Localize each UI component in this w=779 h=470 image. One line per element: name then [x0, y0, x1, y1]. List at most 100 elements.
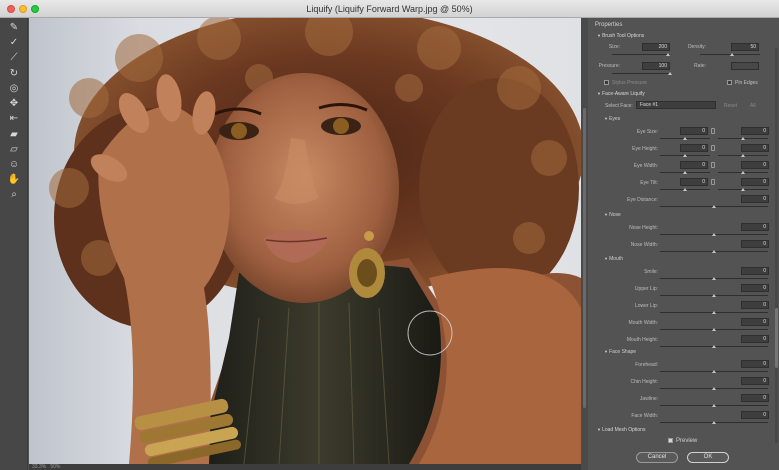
all-button[interactable]: All	[750, 103, 756, 109]
ok-button[interactable]: OK	[687, 452, 729, 463]
jawline-field[interactable]: 0	[741, 394, 769, 402]
pin-edges-label: Pin Edges	[735, 80, 758, 86]
window-title: Liquify (Liquify Forward Warp.jpg @ 50%)	[306, 4, 473, 14]
image-canvas[interactable]	[29, 18, 581, 464]
eye-size-left-field[interactable]: 0	[680, 127, 708, 135]
smooth-tool-icon[interactable]: ⟋	[6, 52, 22, 64]
eye-tilt-left-knob[interactable]	[683, 188, 687, 191]
hand-tool-icon[interactable]: ✋	[6, 174, 22, 186]
chin-height-knob[interactable]	[712, 387, 716, 390]
properties-scrollbar[interactable]	[775, 48, 778, 443]
chin-height-label: Chin Height:	[630, 379, 658, 385]
pucker-tool-icon[interactable]: ◎	[6, 83, 22, 95]
maximize-window-button[interactable]	[31, 5, 39, 13]
face-shape-header[interactable]: Face Shape	[604, 349, 636, 355]
eye-distance-label: Eye Distance:	[627, 197, 658, 203]
pressure-slider[interactable]	[612, 73, 670, 74]
eye-distance-field[interactable]: 0	[741, 195, 769, 203]
reconstruct-tool-icon[interactable]: ✓	[6, 37, 22, 49]
upper-lip-knob[interactable]	[712, 294, 716, 297]
density-field[interactable]: 50	[731, 43, 759, 51]
zoom-tool-icon[interactable]: ⌕	[6, 189, 22, 201]
nose-header[interactable]: Nose	[604, 212, 621, 218]
lower-lip-field[interactable]: 0	[741, 301, 769, 309]
eye-size-link-icon[interactable]	[711, 128, 715, 134]
forehead-knob[interactable]	[712, 370, 716, 373]
eye-height-left-knob[interactable]	[683, 154, 687, 157]
face-width-field[interactable]: 0	[741, 411, 769, 419]
cancel-button[interactable]: Cancel	[636, 452, 678, 463]
select-face-label: Select Face:	[605, 103, 633, 109]
select-face-dropdown[interactable]: Face #1	[636, 101, 716, 109]
smile-field[interactable]: 0	[741, 267, 769, 275]
lower-lip-label: Lower Lip:	[634, 303, 658, 309]
smile-knob[interactable]	[712, 277, 716, 280]
thaw-mask-tool-icon[interactable]: ▱	[6, 144, 22, 156]
eye-width-link-icon[interactable]	[711, 162, 715, 168]
face-tool-icon[interactable]: ☺	[6, 159, 22, 171]
jawline-knob[interactable]	[712, 404, 716, 407]
preview-label: Preview	[676, 438, 698, 444]
nose-height-knob[interactable]	[712, 233, 716, 236]
nose-height-field[interactable]: 0	[741, 223, 769, 231]
rate-label: Rate:	[694, 63, 706, 69]
mouth-width-knob[interactable]	[712, 328, 716, 331]
mouth-height-field[interactable]: 0	[741, 335, 769, 343]
eye-width-right-field[interactable]: 0	[741, 161, 769, 169]
upper-lip-field[interactable]: 0	[741, 284, 769, 292]
eye-width-left-field[interactable]: 0	[680, 161, 708, 169]
pin-edges-checkbox[interactable]	[727, 80, 732, 85]
eye-width-label: Eye Width:	[633, 163, 658, 169]
eye-tilt-link-icon[interactable]	[711, 179, 715, 185]
eye-tilt-right-knob[interactable]	[741, 188, 745, 191]
eyes-header[interactable]: Eyes	[604, 116, 620, 122]
eye-height-right-knob[interactable]	[741, 154, 745, 157]
density-slider-knob[interactable]	[730, 53, 734, 56]
mouth-height-knob[interactable]	[712, 345, 716, 348]
eye-height-right-field[interactable]: 0	[741, 144, 769, 152]
properties-title: Properties	[595, 22, 623, 28]
twirl-clockwise-tool-icon[interactable]: ↻	[6, 68, 22, 80]
push-left-tool-icon[interactable]: ⇤	[6, 113, 22, 125]
smile-label: Smile:	[644, 269, 658, 275]
face-aware-liquify-header[interactable]: Face-Aware Liquify	[597, 91, 645, 97]
size-slider-knob[interactable]	[666, 53, 670, 56]
forehead-field[interactable]: 0	[741, 360, 769, 368]
minimize-window-button[interactable]	[19, 5, 27, 13]
eye-width-right-knob[interactable]	[741, 171, 745, 174]
freeze-mask-tool-icon[interactable]: ▰	[6, 129, 22, 141]
eye-tilt-label: Eye Tilt:	[640, 180, 658, 186]
chin-height-field[interactable]: 0	[741, 377, 769, 385]
eye-height-link-icon[interactable]	[711, 145, 715, 151]
mouth-height-label: Mouth Height:	[626, 337, 658, 343]
canvas-scrollbar[interactable]	[581, 18, 588, 470]
mouth-width-label: Mouth Width:	[628, 320, 658, 326]
eye-tilt-right-field[interactable]: 0	[741, 178, 769, 186]
reset-button[interactable]: Reset	[724, 103, 737, 109]
pressure-slider-knob[interactable]	[668, 72, 672, 75]
mouth-header[interactable]: Mouth	[604, 256, 623, 262]
lower-lip-knob[interactable]	[712, 311, 716, 314]
nose-width-field[interactable]: 0	[741, 240, 769, 248]
eye-width-left-knob[interactable]	[683, 171, 687, 174]
face-width-knob[interactable]	[712, 421, 716, 424]
eye-size-right-knob[interactable]	[741, 137, 745, 140]
zoom-mode[interactable]: 50%	[50, 464, 60, 470]
select-face-value: Face #1	[640, 102, 659, 108]
eye-size-left-knob[interactable]	[683, 137, 687, 140]
close-window-button[interactable]	[7, 5, 15, 13]
rate-field[interactable]	[731, 62, 759, 70]
stylus-pressure-checkbox[interactable]	[604, 80, 609, 85]
brush-tool-options-header[interactable]: Brush Tool Options	[597, 33, 644, 39]
load-mesh-options-header[interactable]: Load Mesh Options	[597, 427, 645, 433]
preview-checkbox[interactable]	[668, 438, 673, 443]
mouth-width-field[interactable]: 0	[741, 318, 769, 326]
eye-distance-knob[interactable]	[712, 205, 716, 208]
nose-width-knob[interactable]	[712, 250, 716, 253]
forward-warp-tool-icon[interactable]: ✎	[6, 22, 22, 34]
size-slider[interactable]	[612, 54, 670, 55]
eye-height-left-field[interactable]: 0	[680, 144, 708, 152]
eye-size-right-field[interactable]: 0	[741, 127, 769, 135]
eye-tilt-left-field[interactable]: 0	[680, 178, 708, 186]
bloat-tool-icon[interactable]: ✥	[6, 98, 22, 110]
